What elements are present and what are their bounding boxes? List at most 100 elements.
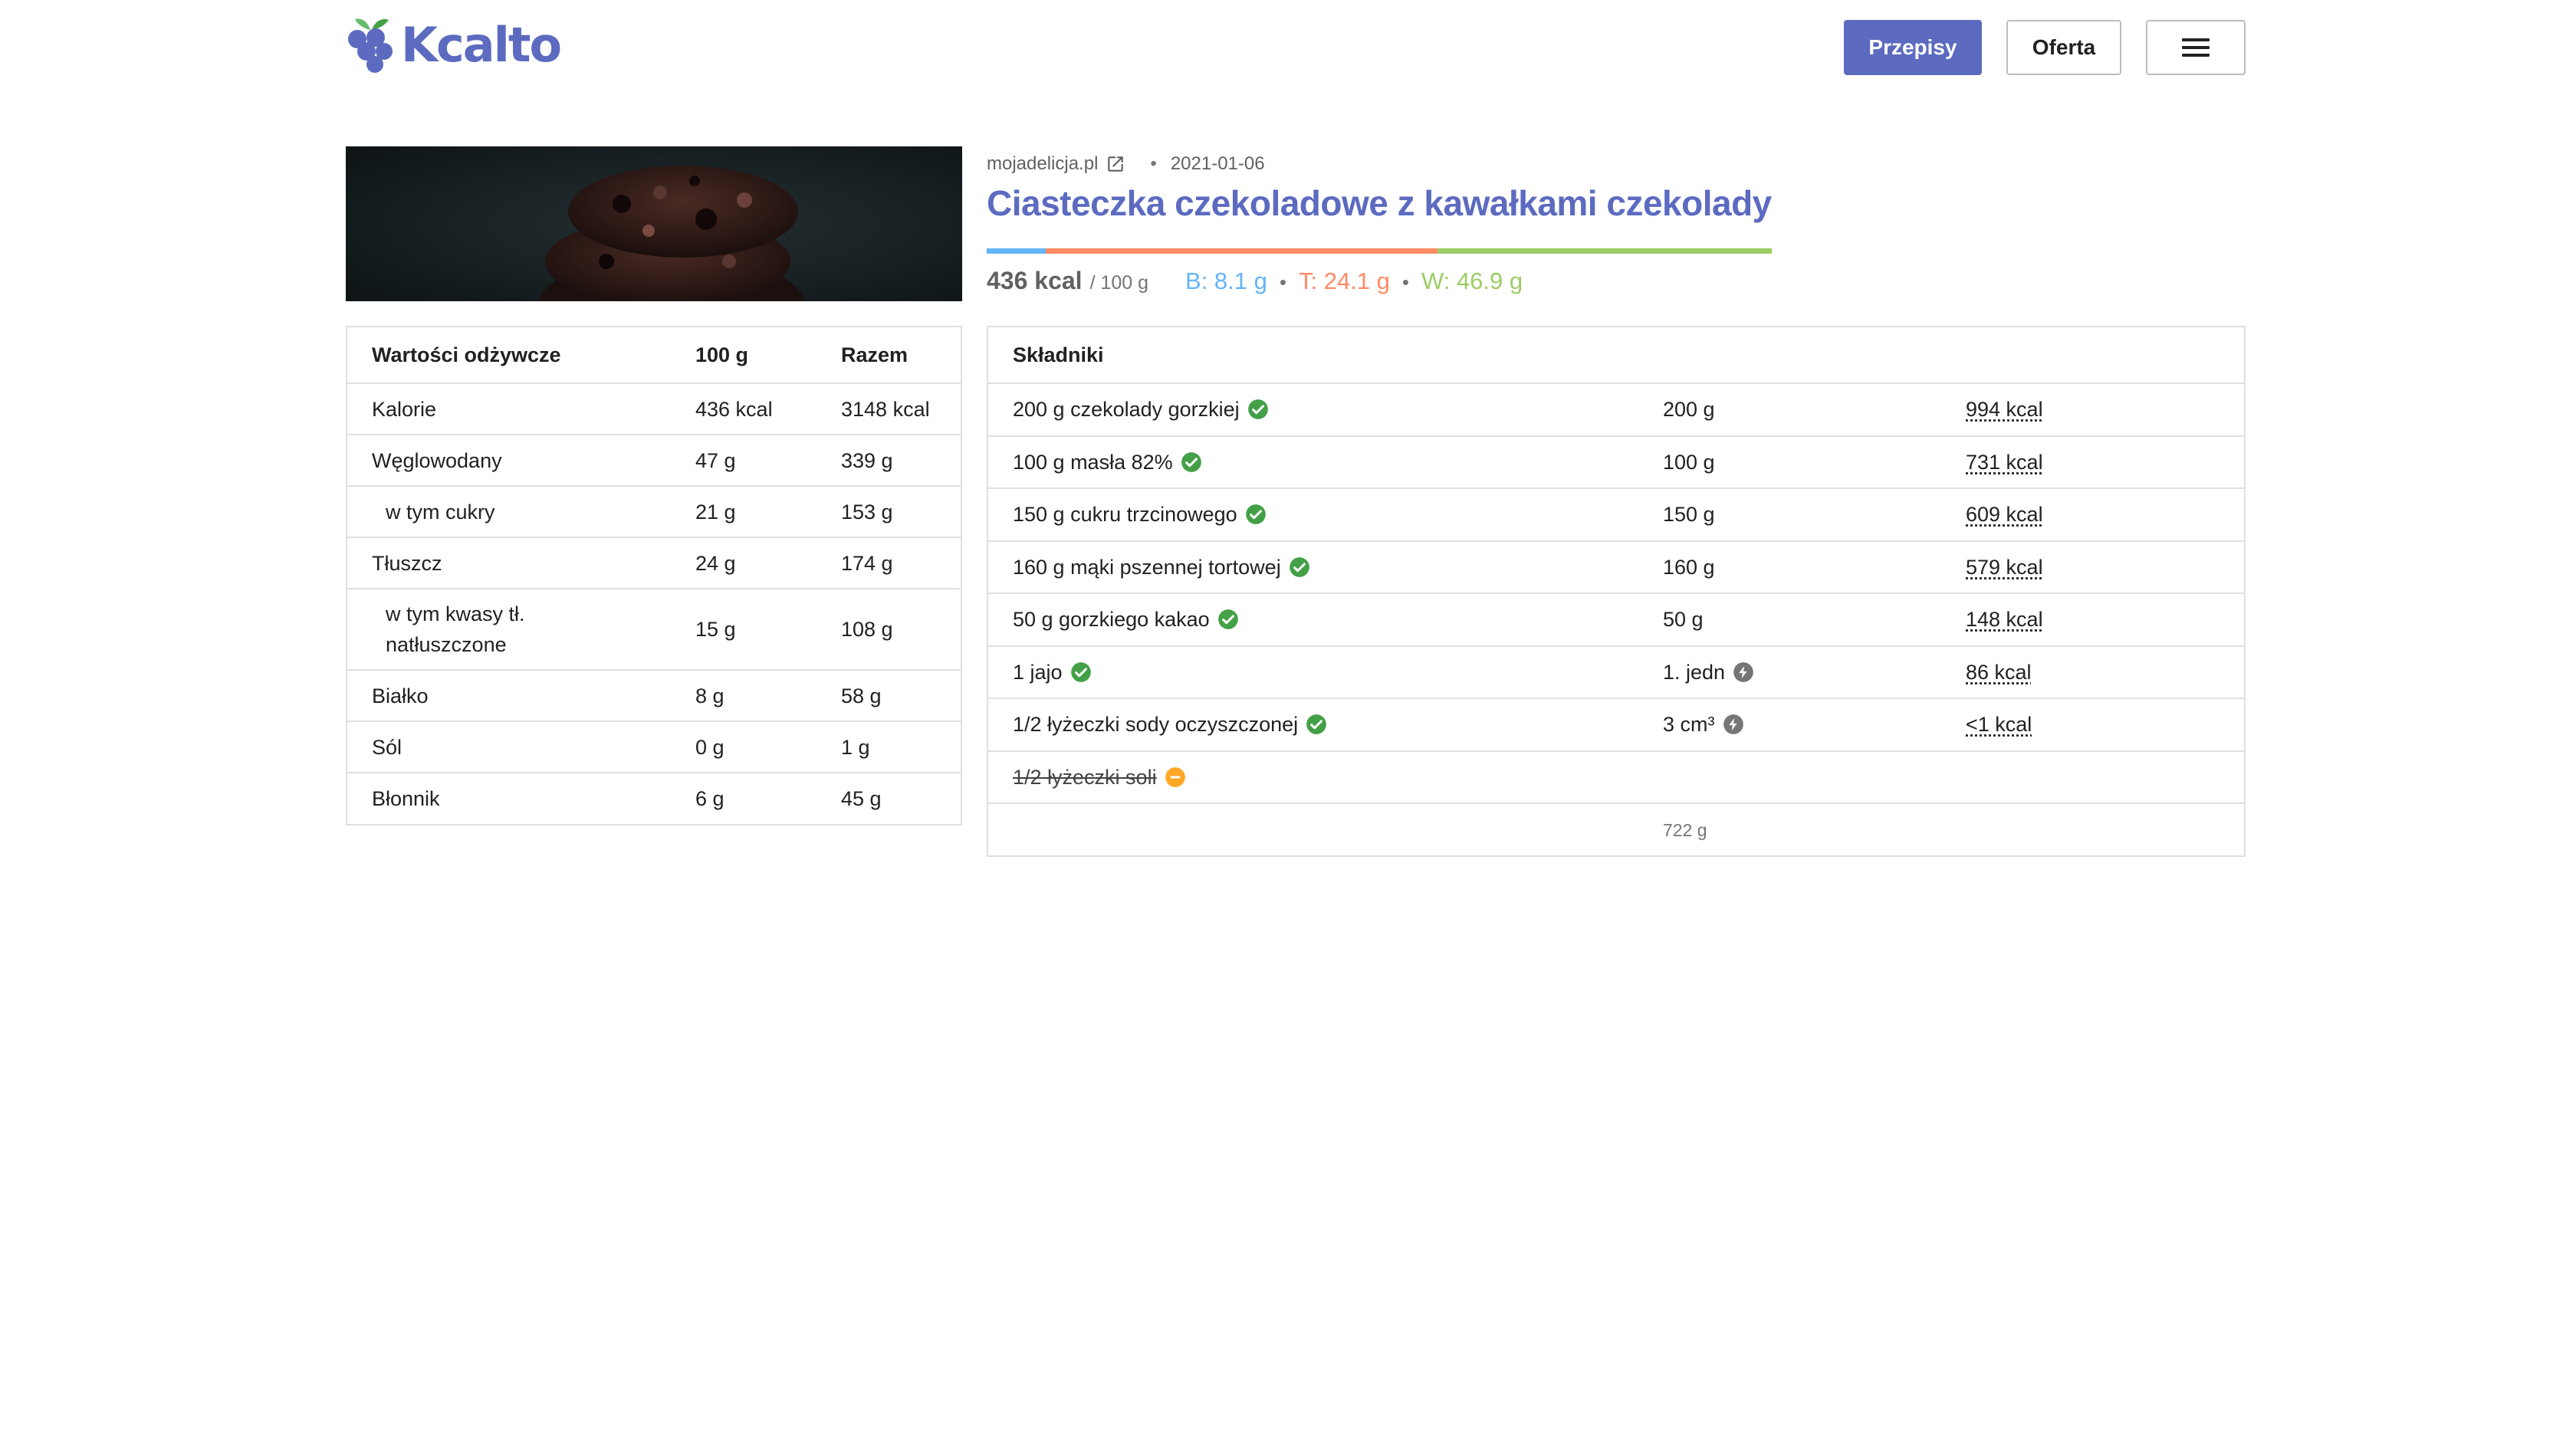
ingredient-kcal xyxy=(1941,750,2244,804)
table-row: 1 jajo 1. jedn 86 kcal xyxy=(988,645,2244,699)
ingredient-name-cell: 200 g czekolady gorzkiej xyxy=(988,383,1638,437)
check-circle-icon[interactable] xyxy=(1070,661,1092,683)
ingredient-name-excluded: 1/2 łyżeczki soli xyxy=(1013,765,1157,789)
nutrition-card: Wartości odżywcze 100 g Razem Kalorie 43… xyxy=(346,326,962,826)
nutrient-per100: 0 g xyxy=(671,721,816,773)
page: Kcalto Przepisy Oferta mojadelicja.pl • … xyxy=(0,0,2576,1441)
nutrient-name: w tym kwasy tł. natłuszczone xyxy=(347,589,671,671)
nutrient-name: Kalorie xyxy=(347,383,671,435)
ingredient-amount: 100 g xyxy=(1638,435,1941,489)
ingredient-amount: 50 g xyxy=(1638,593,1941,647)
check-circle-icon[interactable] xyxy=(1306,714,1327,735)
meta-separator: • xyxy=(1150,153,1157,174)
carbs-value: W: 46.9 g xyxy=(1421,268,1523,294)
nutrient-per100: 436 kcal xyxy=(671,383,816,435)
macro-bar-carbs xyxy=(1437,248,1772,254)
minus-circle-icon[interactable] xyxy=(1165,766,1186,788)
ingredient-name-cell: 1/2 łyżeczki soli xyxy=(988,750,1638,804)
bolt-icon[interactable] xyxy=(1733,661,1754,683)
table-row: 150 g cukru trzcinowego 150 g 609 kcal xyxy=(988,488,2244,542)
ingredient-kcal[interactable]: <1 kcal xyxy=(1966,713,2032,736)
ingredient-kcal[interactable]: 731 kcal xyxy=(1966,451,2043,474)
ingredient-name-cell: 50 g gorzkiego kakao xyxy=(988,593,1638,647)
ingredient-kcal[interactable]: 148 kcal xyxy=(1966,608,2043,631)
protein-value: B: 8.1 g xyxy=(1185,268,1267,294)
ingredient-kcal[interactable]: 609 kcal xyxy=(1966,503,2043,526)
ingredients-card: Składniki 200 g czekolady gorzkiej 200 g… xyxy=(987,326,2246,857)
fat-value: T: 24.1 g xyxy=(1298,268,1390,294)
ingredient-kcal[interactable]: 994 kcal xyxy=(1966,398,2043,421)
kcal-per: / 100 g xyxy=(1089,272,1149,294)
nutrient-total: 1 g xyxy=(816,721,961,773)
table-row: w tym cukry 21 g 153 g xyxy=(347,486,961,538)
nutrient-per100: 21 g xyxy=(671,486,816,538)
nutrient-name: Węglowodany xyxy=(347,435,671,487)
ingredient-name: 150 g cukru trzcinowego xyxy=(1013,503,1237,527)
ingredients-total-row: 722 g xyxy=(988,803,2244,855)
table-row: Białko 8 g 58 g xyxy=(347,670,961,722)
macro-ratio-bar xyxy=(987,248,1772,254)
table-row: w tym kwasy tł. natłuszczone 15 g 108 g xyxy=(347,589,961,671)
nutrition-header-per100: 100 g xyxy=(671,327,816,384)
ingredient-name-cell: 1 jajo xyxy=(988,645,1638,699)
table-row: 200 g czekolady gorzkiej 200 g 994 kcal xyxy=(988,383,2244,437)
ingredient-amount-cell: 1. jedn xyxy=(1638,645,1941,699)
recipes-button[interactable]: Przepisy xyxy=(1844,20,1982,75)
ingredient-amount: 1. jedn xyxy=(1663,660,1726,684)
recipe-title: Ciasteczka czekoladowe z kawałkami czeko… xyxy=(987,183,1772,223)
ingredient-name-cell: 150 g cukru trzcinowego xyxy=(988,488,1638,542)
check-circle-icon[interactable] xyxy=(1247,399,1269,420)
ingredient-name: 100 g masła 82% xyxy=(1013,450,1173,474)
macro-bar-fat xyxy=(1045,248,1438,254)
ingredient-name-cell: 160 g mąki pszennej tortowej xyxy=(988,540,1638,594)
ingredients-table: Składniki 200 g czekolady gorzkiej 200 g… xyxy=(988,327,2244,855)
nutrient-name: w tym cukry xyxy=(347,486,671,538)
nutrition-header-name: Wartości odżywcze xyxy=(347,327,671,384)
recipe-date: 2021-01-06 xyxy=(1170,153,1265,174)
check-circle-icon[interactable] xyxy=(1181,451,1202,473)
macro-bar-protein xyxy=(987,248,1046,254)
ingredient-kcal[interactable]: 86 kcal xyxy=(1966,661,2032,684)
nutrient-total: 108 g xyxy=(816,589,961,671)
external-link-icon[interactable] xyxy=(1106,154,1125,174)
bolt-icon[interactable] xyxy=(1723,714,1744,735)
kcal-value: 436 kcal xyxy=(987,267,1083,294)
ingredient-name: 160 g mąki pszennej tortowej xyxy=(1013,555,1281,579)
grapes-icon xyxy=(348,18,393,73)
table-row: 100 g masła 82% 100 g 731 kcal xyxy=(988,435,2244,489)
check-circle-icon[interactable] xyxy=(1245,504,1267,525)
nutrient-name: Błonnik xyxy=(372,787,440,810)
ingredients-header-row: Składniki xyxy=(988,327,2244,384)
nutrition-table: Wartości odżywcze 100 g Razem Kalorie 43… xyxy=(347,327,961,824)
nutrient-total: 339 g xyxy=(816,435,961,487)
nutrient-per100: 47 g xyxy=(671,435,816,487)
top-nav: Przepisy Oferta xyxy=(1844,20,2246,75)
table-row: Sól 0 g 1 g xyxy=(347,721,961,773)
nutrient-total: 174 g xyxy=(816,537,961,589)
menu-button[interactable] xyxy=(2146,20,2246,75)
ingredient-amount xyxy=(1638,750,1941,804)
table-row: Kalorie 436 kcal 3148 kcal xyxy=(347,383,961,435)
ingredient-amount-cell: 3 cm³ xyxy=(1638,698,1941,752)
check-circle-icon[interactable] xyxy=(1289,556,1310,578)
hamburger-icon xyxy=(2182,38,2210,57)
ingredient-amount: 3 cm³ xyxy=(1663,713,1715,737)
nutrient-total: 58 g xyxy=(816,670,961,722)
nutrient-name: Tłuszcz xyxy=(347,537,671,589)
table-row: 50 g gorzkiego kakao 50 g 148 kcal xyxy=(988,593,2244,647)
logo[interactable]: Kcalto xyxy=(344,11,562,80)
nutrient-name: Białko xyxy=(347,670,671,722)
ingredient-name-cell: 1/2 łyżeczki sody oczyszczonej xyxy=(988,698,1638,752)
nutrient-per100: 6 g xyxy=(695,787,724,810)
macro-separator: • xyxy=(1401,271,1410,294)
macro-summary: 436 kcal / 100 g B: 8.1 g • T: 24.1 g • … xyxy=(987,267,1523,295)
nutrient-name: Sól xyxy=(347,721,671,773)
nutrient-per100: 8 g xyxy=(671,670,816,722)
check-circle-icon[interactable] xyxy=(1217,609,1239,630)
source-link[interactable]: mojadelicja.pl xyxy=(987,153,1098,175)
ingredient-kcal[interactable]: 579 kcal xyxy=(1966,556,2043,579)
offer-button[interactable]: Oferta xyxy=(2006,20,2121,75)
ingredient-name: 1/2 łyżeczki sody oczyszczonej xyxy=(1013,713,1299,737)
recipe-meta: mojadelicja.pl • 2021-01-06 xyxy=(987,152,1265,176)
ingredient-name: 1 jajo xyxy=(1013,660,1063,684)
